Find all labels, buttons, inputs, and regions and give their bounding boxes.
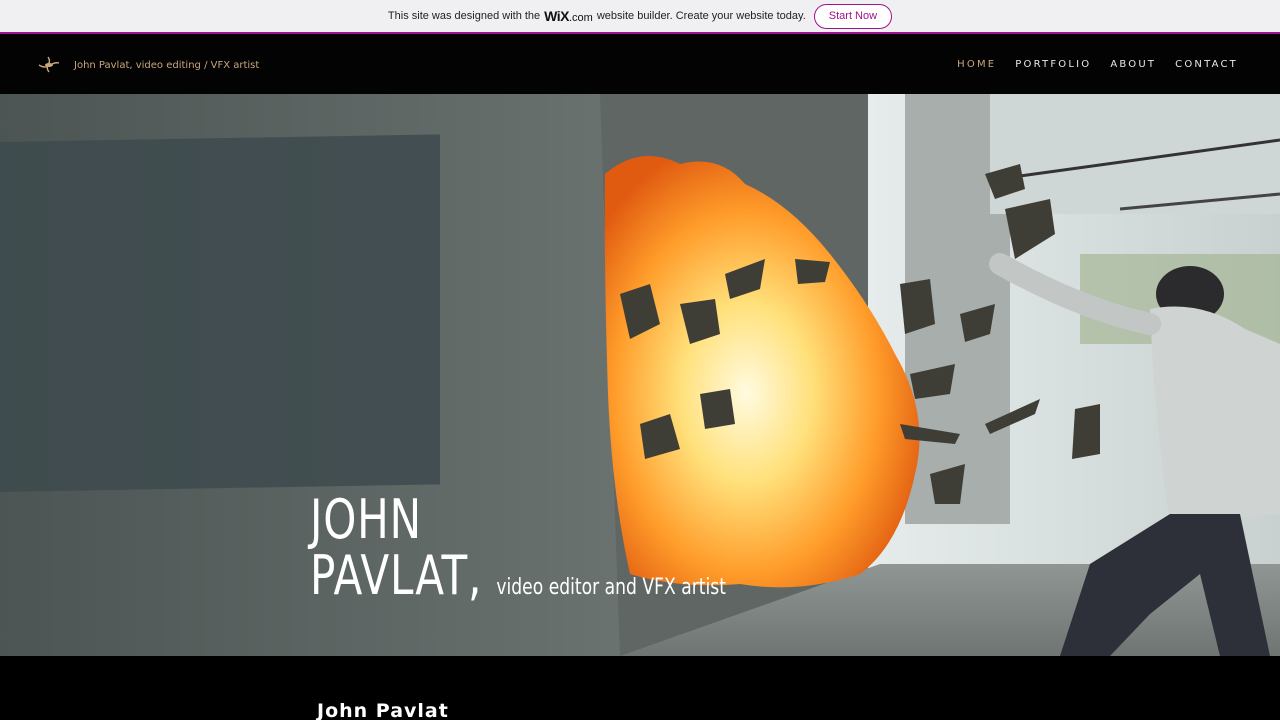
main-nav: HOME PORTFOLIO ABOUT CONTACT	[957, 59, 1238, 70]
nav-portfolio[interactable]: PORTFOLIO	[1015, 59, 1091, 70]
hero-last-name: PAVLAT,	[310, 544, 483, 607]
site-title[interactable]: John Pavlat, video editing / VFX artist	[74, 60, 259, 71]
wix-brand: WiX	[544, 8, 569, 24]
hero-last-name-line: PAVLAT, video editor and VFX artist	[310, 548, 726, 616]
banner-text-after: website builder. Create your website tod…	[596, 10, 806, 22]
nav-home[interactable]: HOME	[957, 59, 996, 70]
hero-heading: JOHN PAVLAT, video editor and VFX artist	[310, 492, 726, 616]
banner-text-before: This site was designed with the	[387, 10, 541, 22]
start-now-button[interactable]: Start Now	[813, 3, 893, 29]
wix-logo: WiX.com	[544, 8, 593, 24]
section-name-heading: John Pavlat	[317, 700, 449, 720]
hero-section: JOHN PAVLAT, video editor and VFX artist	[0, 94, 1280, 656]
lamp-logo-icon[interactable]	[37, 52, 61, 76]
hero-first-name: JOHN	[310, 488, 422, 551]
wix-promo-banner: This site was designed with the WiX.com …	[0, 0, 1280, 34]
intro-section: John Pavlat	[0, 656, 1280, 720]
nav-contact[interactable]: CONTACT	[1175, 59, 1238, 70]
nav-about[interactable]: ABOUT	[1110, 59, 1156, 70]
site-header: John Pavlat, video editing / VFX artist …	[0, 34, 1280, 94]
hero-subtitle: video editor and VFX artist	[496, 575, 726, 600]
wix-brand-suffix: .com	[569, 12, 593, 24]
